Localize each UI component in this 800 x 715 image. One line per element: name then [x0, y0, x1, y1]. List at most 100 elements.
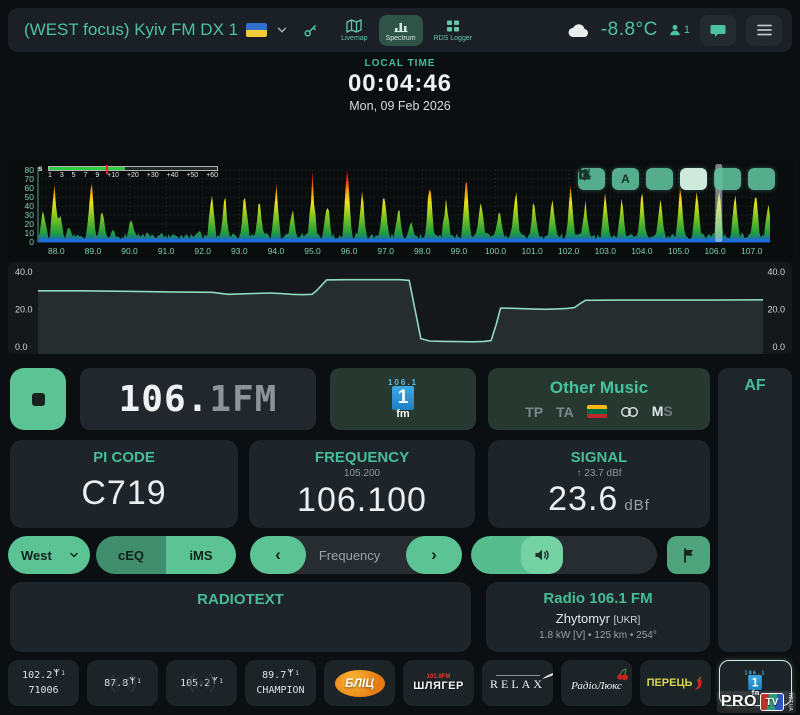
preset-button-perets[interactable]: ПЕРЕЦЬ [640, 660, 711, 706]
s-meter-fill [49, 167, 125, 170]
local-time-block: LOCAL TIME 00:04:46 Mon, 09 Feb 2026 [0, 58, 800, 114]
signal-history-chart: 40.040.020.020.00.00.0 [8, 262, 792, 354]
preset-button-2[interactable]: 87.81 [87, 660, 158, 706]
preset-button-lux[interactable]: РадіоЛюкс [561, 660, 632, 706]
frequency-title: FREQUENCY [315, 449, 409, 466]
local-time-label: LOCAL TIME [0, 58, 800, 70]
svg-text:99.0: 99.0 [451, 246, 468, 256]
svg-text:90.0: 90.0 [121, 246, 138, 256]
country-flag-icon [587, 405, 607, 418]
antenna-select-value: West [21, 548, 52, 563]
svg-text:98.0: 98.0 [414, 246, 431, 256]
svg-text:96.0: 96.0 [341, 246, 358, 256]
svg-text:0: 0 [29, 237, 34, 247]
spectrum-pause-button[interactable] [714, 168, 741, 190]
chevron-down-icon[interactable] [275, 23, 289, 37]
preset-button-blits[interactable]: БЛІЦ [324, 660, 395, 706]
local-time-value: 00:04:46 [0, 70, 800, 99]
chat-button[interactable] [700, 15, 736, 46]
preset-button-relax[interactable]: RELAX [482, 660, 553, 706]
svg-text:0.0: 0.0 [15, 342, 28, 352]
frequency-value: 106.100 [297, 481, 427, 520]
fm-dx-webserver: (WEST focus) Kyiv FM DX 1 Livemap Spectr… [0, 0, 800, 715]
pi-code-title: PI CODE [93, 449, 155, 466]
station-info-panel: Radio 106.1 FM Zhytomyr [UKR] 1.8 kW [V]… [486, 582, 710, 652]
stop-button[interactable] [10, 368, 66, 430]
station-logo-panel: 106.1 1 fm [330, 368, 476, 430]
af-title: AF [718, 377, 792, 395]
pepper-icon [693, 676, 704, 690]
svg-text:107.0: 107.0 [741, 246, 763, 256]
key-icon[interactable] [303, 23, 318, 38]
stereo-icon [620, 406, 639, 418]
perets-logo: ПЕРЕЦЬ [647, 675, 705, 692]
table-icon [445, 19, 461, 33]
signal-panel: SIGNAL ↑ 23.7 dBf 23.6dBf [488, 440, 710, 528]
refresh-icon [578, 168, 591, 181]
s-meter-marker [106, 165, 108, 174]
svg-text:95.0: 95.0 [304, 246, 321, 256]
svg-text:97.0: 97.0 [377, 246, 394, 256]
report-flag-button[interactable] [667, 536, 710, 574]
preset-button-4[interactable]: 89.71 CHAMPION [245, 660, 316, 706]
top-bar: (WEST focus) Kyiv FM DX 1 Livemap Spectr… [8, 8, 792, 52]
signal-title: SIGNAL [571, 449, 628, 466]
preset-button-3[interactable]: 105.21 [166, 660, 237, 706]
svg-text:102.0: 102.0 [558, 246, 580, 256]
frequency-secondary: 105.200 [344, 469, 380, 479]
s-meter-label: s [38, 164, 42, 173]
hamburger-icon [757, 24, 772, 36]
temperature: -8.8°C [601, 19, 658, 41]
pi-code-panel: PI CODE C719 [10, 440, 238, 528]
svg-text:104.0: 104.0 [631, 246, 653, 256]
rds-flags-row: TP TA MS [525, 403, 673, 421]
eq-button[interactable]: cEQ [96, 536, 166, 574]
svg-text:94.0: 94.0 [268, 246, 285, 256]
spectrum-graph-button[interactable] [680, 168, 707, 190]
antenna-select[interactable]: West [8, 536, 90, 574]
radio-waves-icon [106, 666, 140, 700]
volume-slider[interactable] [471, 536, 657, 574]
cherries-icon [616, 668, 630, 681]
ta-flag: TA [556, 404, 574, 420]
svg-text:20.0: 20.0 [15, 305, 33, 315]
spectrum-refresh-button[interactable] [748, 168, 775, 190]
frequency-down-button[interactable]: ‹ [250, 536, 306, 574]
svg-text:88.0: 88.0 [48, 246, 65, 256]
ms-flag: MS [652, 403, 673, 421]
shlyager-logo: 101.9FM ШЛЯГЕР [413, 674, 464, 693]
flag-icon [682, 548, 696, 563]
radiotext-panel: RADIOTEXT [10, 582, 471, 652]
frequency-display[interactable]: 106.1FM [80, 368, 316, 430]
spectrum-toolbar: A [578, 168, 775, 190]
signal-value: 23.6 [548, 480, 618, 519]
radiotext-title: RADIOTEXT [10, 591, 471, 608]
chevron-down-icon [68, 549, 80, 561]
frequency-display-main: 106. [119, 379, 210, 420]
menu-button[interactable] [746, 15, 782, 46]
spectrum-auto-button[interactable]: A [612, 168, 639, 190]
svg-text:89.0: 89.0 [85, 246, 102, 256]
preset-button-shlyager[interactable]: 101.9FM ШЛЯГЕР [403, 660, 474, 706]
server-title[interactable]: (WEST focus) Kyiv FM DX 1 [24, 20, 238, 40]
map-icon [346, 19, 362, 33]
ims-button[interactable]: iMS [166, 536, 236, 574]
preset-button-1[interactable]: 102.21 71006 [8, 660, 79, 706]
s-meter: s 13579+10+20+30+40+50+60 [48, 166, 218, 179]
signal-peak: ↑ 23.7 dBf [576, 469, 621, 479]
lux-logo: РадіоЛюкс [571, 672, 622, 695]
svg-text:92.0: 92.0 [194, 246, 211, 256]
frequency-up-button[interactable]: › [406, 536, 462, 574]
spectrum-scale-button[interactable] [646, 168, 673, 190]
letter-a-icon: A [621, 172, 630, 186]
svg-text:106.0: 106.0 [704, 246, 726, 256]
nav-spectrum-button[interactable]: Spectrum [379, 15, 423, 46]
volume-knob[interactable] [521, 536, 563, 574]
nav-livemap-button[interactable]: Livemap [334, 15, 374, 46]
stop-icon [32, 393, 45, 406]
frequency-stepper: ‹ Frequency › [250, 536, 462, 574]
chat-icon [710, 23, 726, 38]
nav-rds-logger-button[interactable]: RDS Logger [427, 15, 480, 46]
svg-text:105.0: 105.0 [668, 246, 690, 256]
relax-logo: RELAX [490, 675, 545, 691]
